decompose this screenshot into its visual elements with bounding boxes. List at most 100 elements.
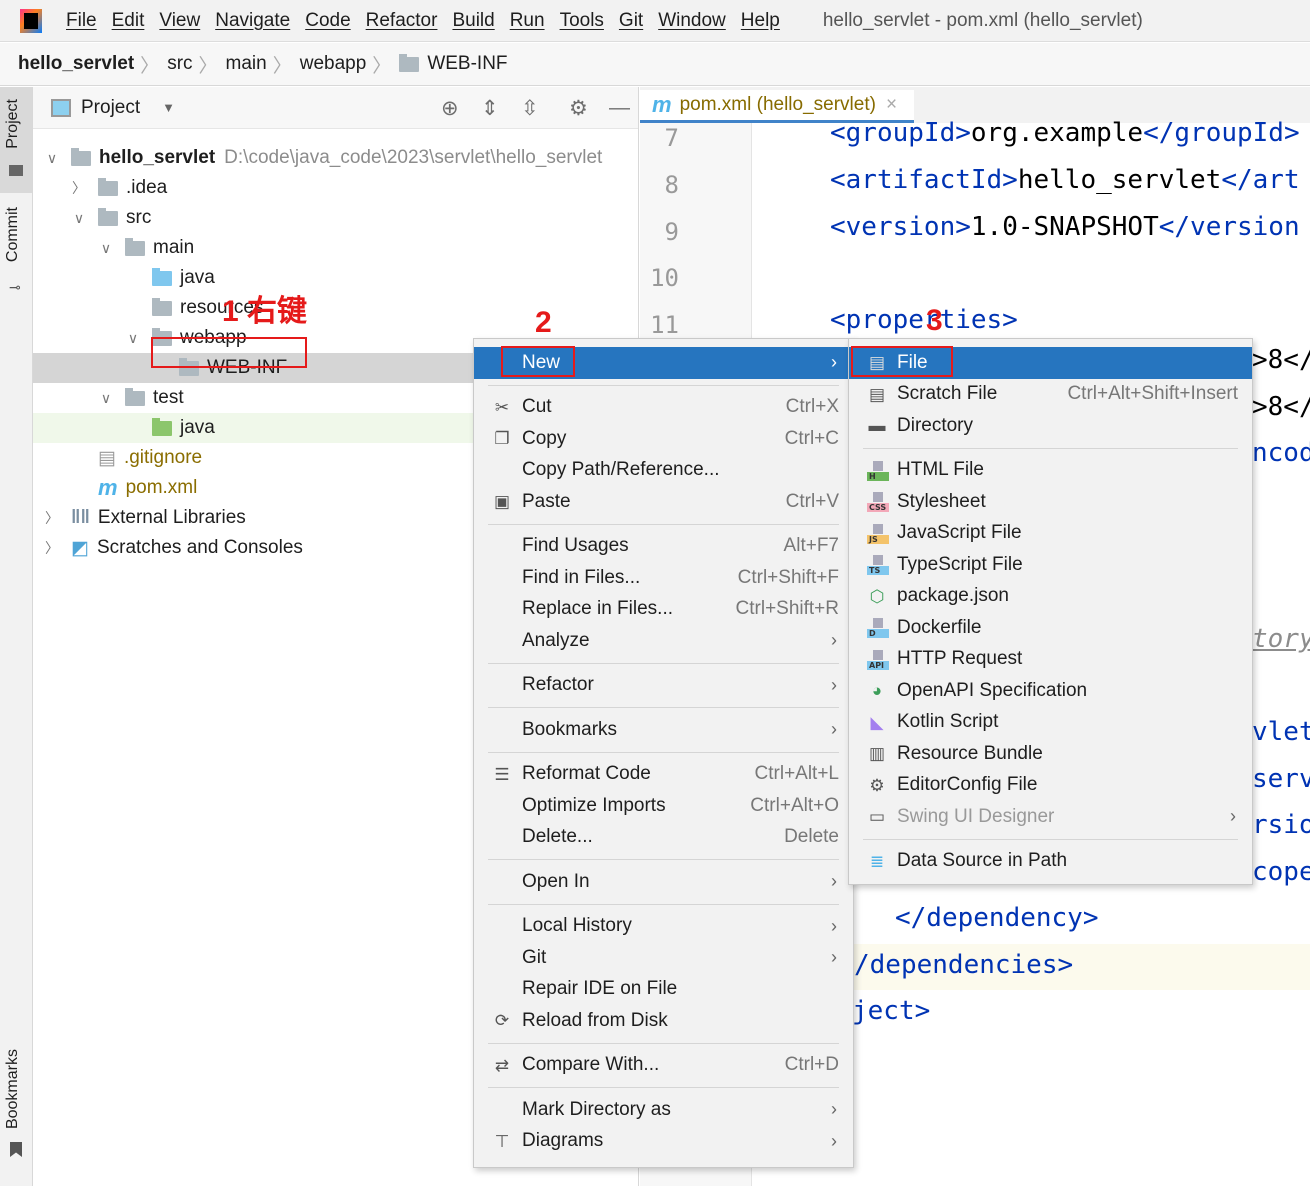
menu-tools[interactable]: Tools [560, 10, 604, 32]
chevron-right-icon[interactable]: 〉 [45, 538, 59, 558]
menu-item-http-request[interactable]: API HTTP Request [849, 644, 1252, 676]
locate-icon[interactable]: ⊕ [441, 96, 459, 121]
close-icon[interactable]: × [886, 94, 897, 116]
menu-code[interactable]: Code [305, 10, 350, 32]
maven-icon: m [652, 92, 672, 117]
menu-build[interactable]: Build [452, 10, 494, 32]
menu-item-copy[interactable]: ❐ Copy Ctrl+C [474, 423, 853, 455]
folder-icon [399, 53, 420, 72]
menu-item-git[interactable]: Git › [474, 942, 853, 974]
hide-icon[interactable]: — [609, 96, 630, 120]
menu-bar: File Edit View Navigate Code Refactor Build Run… [0, 0, 1310, 42]
module-folder-icon [71, 147, 91, 166]
menu-item-reload-from-disk[interactable]: ⟳ Reload from Disk [474, 1005, 853, 1037]
menu-item-editorconfig-file[interactable]: ⚙ EditorConfig File [849, 770, 1252, 802]
menu-view[interactable]: View [159, 10, 200, 32]
menu-item-label: Cut [522, 396, 552, 418]
annotation-step-3: 3 [926, 304, 943, 337]
menu-refactor[interactable]: Refactor [366, 10, 438, 32]
menu-item-label: Paste [522, 490, 571, 512]
menu-item-directory[interactable]: ▬ Directory [849, 410, 1252, 442]
menu-item-repair-ide-on-file[interactable]: Repair IDE on File [474, 974, 853, 1006]
menu-item-bookmarks[interactable]: Bookmarks › [474, 714, 853, 746]
tree-item-label: src [126, 207, 152, 228]
tree-item[interactable]: ∨ hello_servlet D:\code\java_code\2023\ser… [33, 143, 639, 173]
tree-item[interactable]: 〉 .idea [33, 173, 639, 203]
menu-item-refactor[interactable]: Refactor › [474, 670, 853, 702]
menu-item-diagrams[interactable]: ⊤ Diagrams › [474, 1126, 853, 1158]
module-path: D:\code\java_code\2023\servlet\hello_ser… [224, 147, 603, 168]
chevron-down-icon[interactable]: ∨ [72, 210, 86, 227]
menu-item-package-json[interactable]: ⬡ package.json [849, 581, 1252, 613]
menu-item-label: Replace in Files... [522, 598, 674, 620]
menu-item-paste[interactable]: ▣ Paste Ctrl+V [474, 486, 853, 518]
menu-item-kotlin-script[interactable]: ◣ Kotlin Script [849, 707, 1252, 739]
breadcrumb-item[interactable]: src [167, 53, 192, 75]
menu-item-label: Open In [522, 870, 590, 892]
menu-item-compare-with[interactable]: ⇄ Compare With... Ctrl+D [474, 1050, 853, 1082]
menu-item-stylesheet[interactable]: CSS Stylesheet [849, 486, 1252, 518]
menu-item-shortcut: Ctrl+D [784, 1054, 839, 1076]
menu-item-copy-path-reference[interactable]: Copy Path/Reference... [474, 455, 853, 487]
commit-tool-label[interactable]: Commit [4, 207, 22, 262]
menu-item-optimize-imports[interactable]: Optimize Imports Ctrl+Alt+O [474, 790, 853, 822]
breadcrumb-item[interactable]: webapp [300, 53, 367, 75]
menu-separator [488, 523, 839, 525]
chevron-right-icon[interactable]: 〉 [72, 178, 86, 198]
chevron-down-icon[interactable]: ∨ [99, 390, 113, 407]
menu-item-data-source-in-path[interactable]: ≣ Data Source in Path [849, 846, 1252, 878]
tree-item[interactable]: ∨ src [33, 203, 639, 233]
breadcrumb-item[interactable]: hello_servlet [18, 53, 134, 75]
tree-item[interactable]: java [33, 263, 639, 293]
menu-item-dockerfile[interactable]: D Dockerfile [849, 612, 1252, 644]
menu-item-scratch-file[interactable]: ▤ Scratch File Ctrl+Alt+Shift+Insert [849, 379, 1252, 411]
menu-item-delete[interactable]: Delete... Delete [474, 822, 853, 854]
menu-item-analyze[interactable]: Analyze › [474, 625, 853, 657]
menu-item-open-in[interactable]: Open In › [474, 866, 853, 898]
menu-item-local-history[interactable]: Local History › [474, 911, 853, 943]
menu-item-label: OpenAPI Specification [897, 679, 1088, 701]
menu-item-openapi-specification[interactable]: ◕ OpenAPI Specification [849, 675, 1252, 707]
database-icon: ≣ [869, 851, 885, 871]
menu-item-label: Diagrams [522, 1130, 604, 1152]
menu-item-javascript-file[interactable]: JS JavaScript File [849, 518, 1252, 550]
project-tool-label[interactable]: Project [4, 99, 22, 149]
bookmarks-tool-label[interactable]: Bookmarks [4, 1049, 22, 1129]
menu-help[interactable]: Help [741, 10, 780, 32]
menu-separator [488, 1042, 839, 1044]
collapse-all-icon[interactable]: ⇳ [521, 96, 539, 121]
menu-item-html-file[interactable]: H HTML File [849, 455, 1252, 487]
breadcrumb-item[interactable]: main [226, 53, 267, 75]
menu-item-find-in-files[interactable]: Find in Files... Ctrl+Shift+F [474, 562, 853, 594]
menu-item-cut[interactable]: ✂ Cut Ctrl+X [474, 392, 853, 424]
menu-run[interactable]: Run [510, 10, 545, 32]
chevron-down-icon[interactable]: ∨ [99, 240, 113, 257]
menu-git[interactable]: Git [619, 10, 643, 32]
tree-item[interactable]: ∨ main [33, 233, 639, 263]
menu-item-typescript-file[interactable]: TS TypeScript File [849, 549, 1252, 581]
menu-file[interactable]: File [66, 10, 97, 32]
menu-window[interactable]: Window [658, 10, 726, 32]
menu-item-resource-bundle[interactable]: ▥ Resource Bundle [849, 738, 1252, 770]
menu-item-replace-in-files[interactable]: Replace in Files... Ctrl+Shift+R [474, 594, 853, 626]
menu-item-swing-ui-designer[interactable]: ▭ Swing UI Designer › [849, 801, 1252, 833]
project-view-icon [51, 98, 71, 117]
menu-item-shortcut: Ctrl+C [784, 427, 839, 449]
gear-icon[interactable]: ⚙ [569, 96, 588, 121]
expand-all-icon[interactable]: ⇕ [481, 96, 499, 121]
menu-item-reformat-code[interactable]: ☰ Reformat Code Ctrl+Alt+L [474, 759, 853, 791]
menu-separator [863, 447, 1238, 449]
menu-item-mark-directory-as[interactable]: Mark Directory as › [474, 1094, 853, 1126]
breadcrumb-item[interactable]: WEB-INF [427, 53, 507, 75]
menu-navigate[interactable]: Navigate [215, 10, 290, 32]
chevron-down-icon[interactable]: ∨ [45, 150, 59, 167]
menu-item-label: HTTP Request [897, 648, 1023, 670]
chevron-right-icon[interactable]: 〉 [45, 508, 59, 528]
file-type-badge: D [867, 629, 889, 638]
menu-edit[interactable]: Edit [112, 10, 145, 32]
code-line: <properties> [830, 305, 1018, 335]
project-view-title[interactable]: Project [81, 97, 140, 119]
chevron-down-icon[interactable]: ▼ [162, 100, 175, 115]
menu-item-find-usages[interactable]: Find Usages Alt+F7 [474, 531, 853, 563]
chevron-down-icon[interactable]: ∨ [126, 330, 140, 347]
